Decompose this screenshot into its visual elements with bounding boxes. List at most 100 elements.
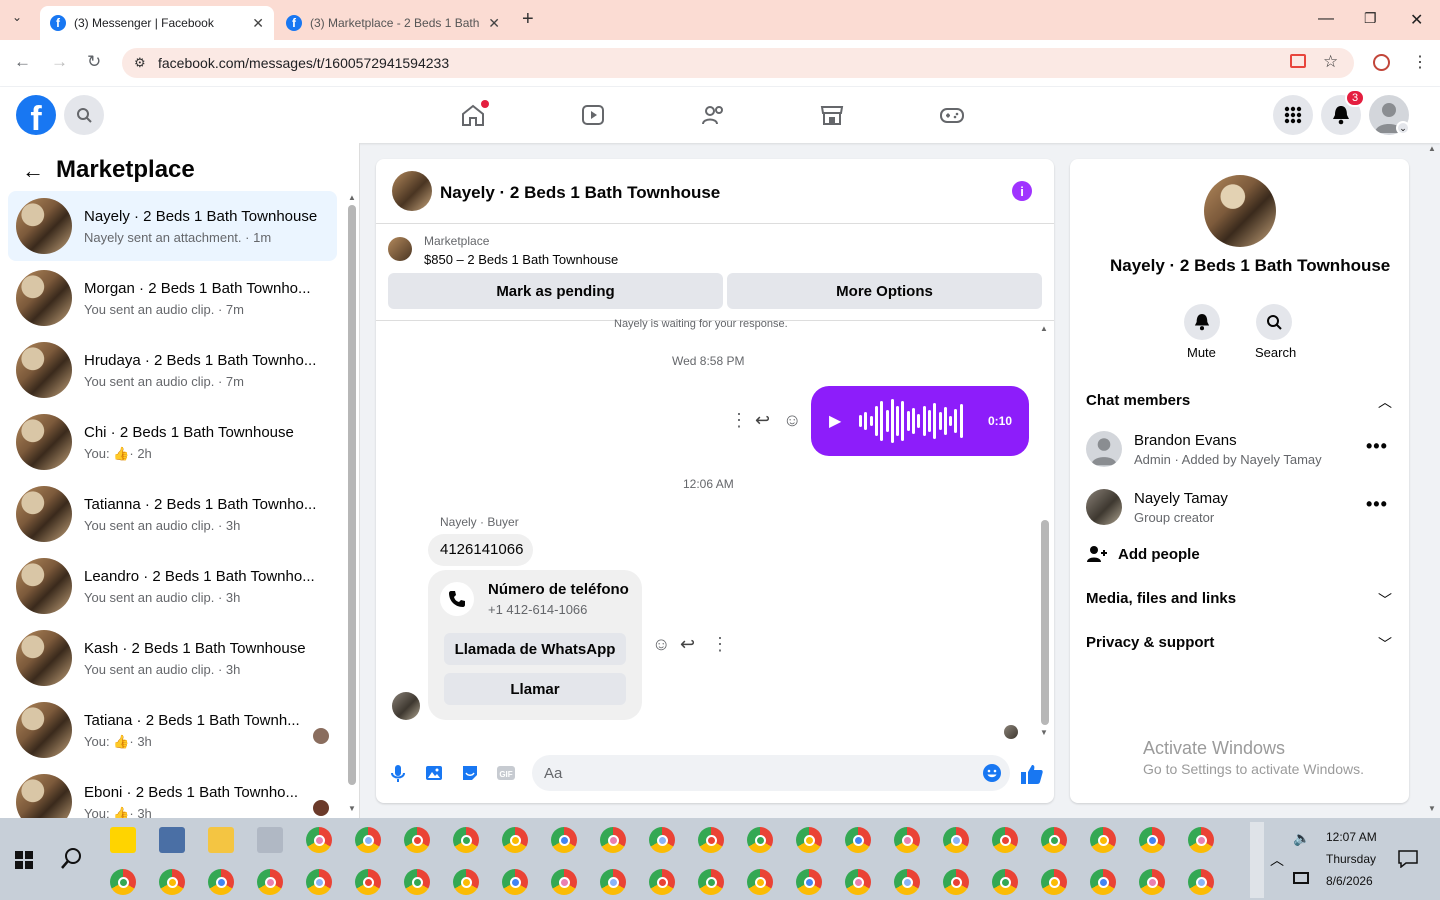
page-scroll-up-icon[interactable]: ▲: [1428, 144, 1436, 153]
chrome-profile-icon[interactable]: [747, 827, 773, 853]
conversation-item[interactable]: Nayely · 2 Beds 1 Bath Townhouse Nayely s…: [8, 191, 337, 261]
chrome-profile-icon[interactable]: [845, 827, 871, 853]
chrome-profile-icon[interactable]: [649, 827, 675, 853]
search-button[interactable]: [64, 95, 104, 135]
tab-messenger[interactable]: f (3) Messenger | Facebook ✕: [40, 6, 274, 40]
chrome-profile-icon[interactable]: [649, 869, 675, 895]
chat-members-header[interactable]: Chat members: [1086, 392, 1190, 409]
member-name[interactable]: Nayely Tamay: [1134, 490, 1228, 507]
chevron-up-icon[interactable]: ︿: [1378, 392, 1392, 412]
clock-time[interactable]: 12:07 AM: [1326, 830, 1377, 844]
chrome-profile-icon[interactable]: [796, 827, 822, 853]
bookmark-star-icon[interactable]: ☆: [1323, 52, 1338, 72]
chrome-profile-icon[interactable]: [1139, 827, 1165, 853]
voice-message-bubble[interactable]: ▶ 0:10: [811, 386, 1029, 456]
chrome-profile-icon[interactable]: [992, 827, 1018, 853]
network-icon[interactable]: [1293, 872, 1309, 884]
friends-icon[interactable]: [700, 103, 726, 127]
chrome-profile-icon[interactable]: [747, 869, 773, 895]
clock-day[interactable]: Thursday: [1326, 852, 1376, 866]
scroll-up-icon[interactable]: ▲: [348, 193, 356, 202]
more-options-button[interactable]: More Options: [727, 273, 1042, 309]
conversation-item[interactable]: Leandro · 2 Beds 1 Bath Townho... You sen…: [8, 551, 337, 621]
chrome-profile-icon[interactable]: [502, 827, 528, 853]
chrome-profile-icon[interactable]: [1041, 869, 1067, 895]
clock-date[interactable]: 8/6/2026: [1326, 874, 1373, 888]
close-tab-icon[interactable]: ✕: [252, 15, 264, 32]
new-tab-button[interactable]: +: [522, 8, 534, 31]
member-name[interactable]: Brandon Evans: [1134, 432, 1237, 449]
tab-search-chevron-icon[interactable]: ⌄: [12, 10, 22, 24]
chrome-profile-icon[interactable]: [698, 827, 724, 853]
photo-icon[interactable]: [424, 763, 444, 783]
gaming-icon[interactable]: [939, 103, 965, 127]
chrome-profile-icon[interactable]: [453, 869, 479, 895]
chrome-profile-icon[interactable]: [306, 827, 332, 853]
conversation-item[interactable]: Chi · 2 Beds 1 Bath Townhouse You: 👍· 2h: [8, 407, 337, 477]
reply-icon[interactable]: ↩: [680, 634, 695, 655]
chevron-down-icon[interactable]: ﹀: [1378, 634, 1392, 654]
video-icon[interactable]: [580, 103, 606, 127]
minimize-icon[interactable]: —: [1318, 10, 1334, 28]
url-text[interactable]: facebook.com/messages/t/1600572941594233: [158, 55, 449, 71]
chrome-profile-icon[interactable]: [1090, 827, 1116, 853]
chat-scrollbar[interactable]: [1041, 520, 1049, 725]
message-more-icon[interactable]: ⋮: [730, 410, 748, 431]
menu-button[interactable]: [1273, 95, 1313, 135]
tab-marketplace[interactable]: f (3) Marketplace - 2 Beds 1 Bath ✕: [276, 6, 510, 40]
chrome-profile-icon[interactable]: [1041, 827, 1067, 853]
chrome-profile-icon[interactable]: [894, 827, 920, 853]
reload-icon[interactable]: ↻: [87, 52, 101, 72]
chrome-profile-icon[interactable]: [600, 827, 626, 853]
react-emoji-icon[interactable]: ☺: [783, 410, 801, 431]
member-avatar[interactable]: [1086, 489, 1122, 525]
chrome-profile-icon[interactable]: [796, 869, 822, 895]
chrome-profile-icon[interactable]: [306, 869, 332, 895]
sticky-notes-icon[interactable]: [110, 827, 136, 853]
page-scroll-down-icon[interactable]: ▼: [1428, 804, 1436, 813]
search-in-conversation-button[interactable]: [1256, 304, 1292, 340]
sender-avatar[interactable]: [392, 692, 420, 720]
chrome-profile-icon[interactable]: [943, 827, 969, 853]
gif-icon[interactable]: GIF: [496, 763, 516, 783]
chrome-profile-icon[interactable]: [992, 869, 1018, 895]
forward-icon[interactable]: →: [51, 52, 68, 72]
scroll-down-icon[interactable]: ▼: [348, 804, 356, 813]
conversation-avatar[interactable]: [1204, 175, 1276, 247]
chat-avatar[interactable]: [392, 171, 432, 211]
play-icon[interactable]: ▶: [829, 411, 841, 431]
chevron-down-icon[interactable]: ﹀: [1378, 590, 1392, 610]
taskbar-search-icon[interactable]: [61, 847, 83, 869]
member-options-icon[interactable]: •••: [1366, 494, 1388, 515]
chrome-profile-icon[interactable]: [502, 869, 528, 895]
chat-title[interactable]: Nayely · 2 Beds 1 Bath Townhouse: [440, 183, 720, 203]
message-more-icon[interactable]: ⋮: [711, 634, 729, 655]
install-app-icon[interactable]: [1290, 54, 1306, 68]
chrome-profile-icon[interactable]: [355, 827, 381, 853]
thumbs-up-icon[interactable]: [1020, 763, 1044, 785]
privacy-support-header[interactable]: Privacy & support: [1086, 634, 1214, 651]
file-explorer-icon[interactable]: [208, 827, 234, 853]
chrome-profile-icon[interactable]: [1139, 869, 1165, 895]
chrome-profile-icon[interactable]: [453, 827, 479, 853]
paint-icon[interactable]: [257, 827, 283, 853]
chrome-profile-icon[interactable]: [698, 869, 724, 895]
add-people-link[interactable]: Add people: [1118, 546, 1200, 563]
chrome-profile-icon[interactable]: [208, 869, 234, 895]
facebook-logo-icon[interactable]: f: [16, 95, 56, 135]
chrome-profile-icon[interactable]: [1188, 827, 1214, 853]
mark-as-pending-button[interactable]: Mark as pending: [388, 273, 723, 309]
media-files-links-header[interactable]: Media, files and links: [1086, 590, 1236, 607]
reply-icon[interactable]: ↩: [755, 410, 770, 431]
browser-menu-icon[interactable]: ⋮: [1412, 52, 1428, 72]
profile-icon[interactable]: [1373, 54, 1390, 71]
chrome-profile-icon[interactable]: [551, 869, 577, 895]
sticker-icon[interactable]: [460, 763, 480, 783]
info-icon[interactable]: i: [1012, 181, 1032, 201]
emoji-icon[interactable]: [982, 763, 1002, 783]
chrome-profile-icon[interactable]: [600, 869, 626, 895]
close-tab-icon[interactable]: ✕: [488, 15, 500, 32]
restore-icon[interactable]: ❐: [1364, 10, 1377, 27]
show-hidden-icons-icon[interactable]: ︿: [1270, 850, 1284, 870]
volume-icon[interactable]: 🔈: [1293, 830, 1310, 847]
